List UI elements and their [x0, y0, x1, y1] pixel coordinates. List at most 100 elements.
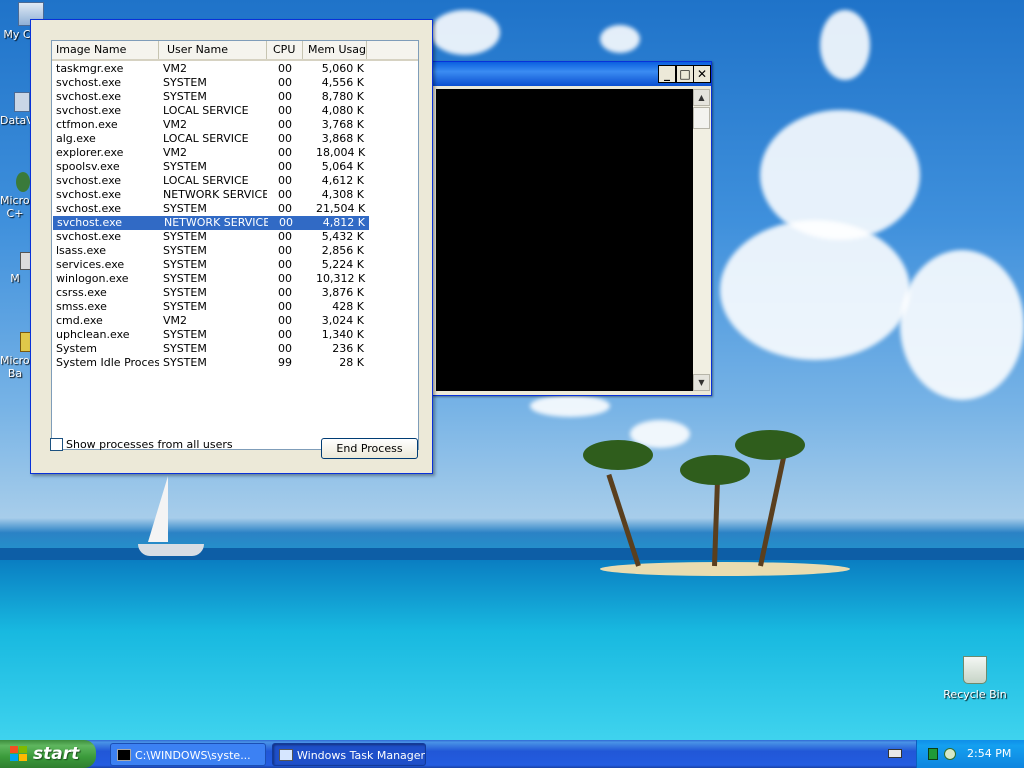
process-cpu: 00: [278, 244, 292, 257]
column-header-user-name[interactable]: User Name: [159, 41, 267, 59]
palm-leaves: [735, 430, 805, 460]
process-mem-usage: 4,080 K: [321, 104, 364, 117]
scroll-up-button[interactable]: ▲: [693, 89, 710, 106]
process-mem-usage: 236 K: [332, 342, 364, 355]
process-user-name: SYSTEM: [163, 90, 207, 103]
show-all-users-checkbox[interactable]: [50, 437, 63, 451]
process-mem-usage: 28 K: [339, 356, 364, 369]
process-cpu: 00: [278, 258, 292, 271]
cloud: [430, 10, 500, 55]
desktop-icon-my-computer[interactable]: My C: [2, 2, 44, 41]
close-button[interactable]: ✕: [693, 65, 711, 83]
show-all-users-option[interactable]: Show processes from all users: [50, 437, 233, 451]
process-cpu: 00: [279, 216, 293, 229]
column-header-cpu[interactable]: CPU: [267, 41, 303, 59]
table-row[interactable]: spoolsv.exe SYSTEM 00 5,064 K: [52, 160, 418, 174]
sea: [0, 560, 1024, 740]
clock[interactable]: 2:54 PM: [967, 740, 1011, 768]
table-row-selected[interactable]: svchost.exe NETWORK SERVICE 00 4,812 K: [53, 216, 369, 230]
task-manager-icon: [279, 749, 293, 761]
process-cpu: 00: [278, 342, 292, 355]
table-row[interactable]: services.exe SYSTEM 00 5,224 K: [52, 258, 418, 272]
process-list-header: Image Name User Name CPU Mem Usage: [52, 41, 418, 61]
process-mem-usage: 4,812 K: [322, 216, 365, 229]
maximize-button[interactable]: □: [676, 65, 694, 83]
column-header-image-name[interactable]: Image Name: [52, 41, 159, 59]
table-row[interactable]: svchost.exe LOCAL SERVICE 00 4,612 K: [52, 174, 418, 188]
process-rows: taskmgr.exe VM2 00 5,060 K svchost.exe SYSTEM…: [52, 62, 418, 370]
process-cpu: 00: [278, 230, 292, 243]
table-row[interactable]: svchost.exe SYSTEM 00 21,504 K: [52, 202, 418, 216]
table-row[interactable]: svchost.exe LOCAL SERVICE 00 4,080 K: [52, 104, 418, 118]
recycle-bin-icon: [963, 656, 987, 684]
table-row[interactable]: taskmgr.exe VM2 00 5,060 K: [52, 62, 418, 76]
process-image-name: alg.exe: [56, 132, 96, 145]
table-row[interactable]: smss.exe SYSTEM 00 428 K: [52, 300, 418, 314]
table-row[interactable]: svchost.exe SYSTEM 00 4,556 K: [52, 76, 418, 90]
cloud: [720, 220, 910, 360]
table-row[interactable]: csrss.exe SYSTEM 00 3,876 K: [52, 286, 418, 300]
scroll-down-button[interactable]: ▼: [693, 374, 710, 391]
table-row[interactable]: ctfmon.exe VM2 00 3,768 K: [52, 118, 418, 132]
table-row[interactable]: lsass.exe SYSTEM 00 2,856 K: [52, 244, 418, 258]
table-row[interactable]: cmd.exe VM2 00 3,024 K: [52, 314, 418, 328]
table-row[interactable]: svchost.exe NETWORK SERVICE 00 4,308 K: [52, 188, 418, 202]
visual-studio-icon: [16, 172, 30, 192]
desktop-icon-microsoft-visual-basic[interactable]: Micros Ba: [0, 332, 35, 380]
table-row[interactable]: System SYSTEM 00 236 K: [52, 342, 418, 356]
cloud: [760, 110, 920, 240]
process-user-name: LOCAL SERVICE: [163, 132, 249, 145]
process-user-name: VM2: [163, 62, 188, 75]
process-user-name: SYSTEM: [163, 230, 207, 243]
taskbar-button-console[interactable]: C:\WINDOWS\syste...: [110, 743, 266, 766]
end-process-button[interactable]: End Process: [321, 438, 418, 459]
process-user-name: NETWORK SERVICE: [163, 188, 267, 201]
taskbar-button-task-manager[interactable]: Windows Task Manager: [272, 743, 426, 766]
start-button[interactable]: start: [0, 740, 96, 768]
taskbar: start C:\WINDOWS\syste... Windows Task M…: [0, 740, 1024, 768]
process-cpu: 00: [278, 314, 292, 327]
desktop-icon-m[interactable]: M: [0, 252, 32, 285]
process-mem-usage: 3,876 K: [321, 286, 364, 299]
process-cpu: 00: [278, 328, 292, 341]
process-image-name: svchost.exe: [56, 230, 122, 243]
process-image-name: csrss.exe: [56, 286, 107, 299]
process-cpu: 00: [278, 160, 292, 173]
desktop-icon-microsoft-visual-cpp[interactable]: Micros C+: [0, 172, 35, 220]
process-cpu: 00: [278, 202, 292, 215]
process-cpu: 00: [278, 272, 292, 285]
console-vertical-scrollbar[interactable]: ▲ ▼: [693, 89, 710, 391]
process-mem-usage: 3,768 K: [321, 118, 364, 131]
table-row[interactable]: svchost.exe SYSTEM 00 5,432 K: [52, 230, 418, 244]
table-row[interactable]: uphclean.exe SYSTEM 00 1,340 K: [52, 328, 418, 342]
console-output[interactable]: [436, 89, 693, 391]
scroll-thumb[interactable]: [693, 107, 710, 129]
desktop-icon-recycle-bin[interactable]: Recycle Bin: [940, 656, 1010, 701]
process-image-name: ctfmon.exe: [56, 118, 118, 131]
network-icon[interactable]: [928, 748, 938, 760]
table-row[interactable]: explorer.exe VM2 00 18,004 K: [52, 146, 418, 160]
process-mem-usage: 5,064 K: [321, 160, 364, 173]
column-header-mem-usage[interactable]: Mem Usage: [303, 41, 367, 59]
table-row[interactable]: svchost.exe SYSTEM 00 8,780 K: [52, 90, 418, 104]
safely-remove-hardware-icon[interactable]: [944, 748, 956, 760]
console-icon: [117, 749, 131, 761]
table-row[interactable]: System Idle Process SYSTEM 99 28 K: [52, 356, 418, 370]
process-mem-usage: 18,004 K: [316, 146, 366, 159]
desktop-icon-datav[interactable]: DataV: [0, 92, 34, 127]
cloud: [600, 25, 640, 53]
process-user-name: VM2: [163, 146, 188, 159]
keyboard-icon[interactable]: [888, 749, 902, 758]
process-user-name: SYSTEM: [163, 258, 207, 271]
cloud: [530, 395, 610, 417]
minimize-button[interactable]: _: [658, 65, 676, 83]
palm-leaves: [583, 440, 653, 470]
task-manager-window[interactable]: Image Name User Name CPU Mem Usage taskm…: [30, 19, 433, 474]
table-row[interactable]: winlogon.exe SYSTEM 00 10,312 K: [52, 272, 418, 286]
process-list[interactable]: Image Name User Name CPU Mem Usage taskm…: [51, 40, 419, 450]
table-row[interactable]: alg.exe LOCAL SERVICE 00 3,868 K: [52, 132, 418, 146]
process-cpu: 99: [278, 356, 292, 369]
palm-leaves: [680, 455, 750, 485]
console-window[interactable]: _ □ ✕ ▲ ▼: [432, 61, 712, 396]
process-user-name: VM2: [163, 118, 188, 131]
